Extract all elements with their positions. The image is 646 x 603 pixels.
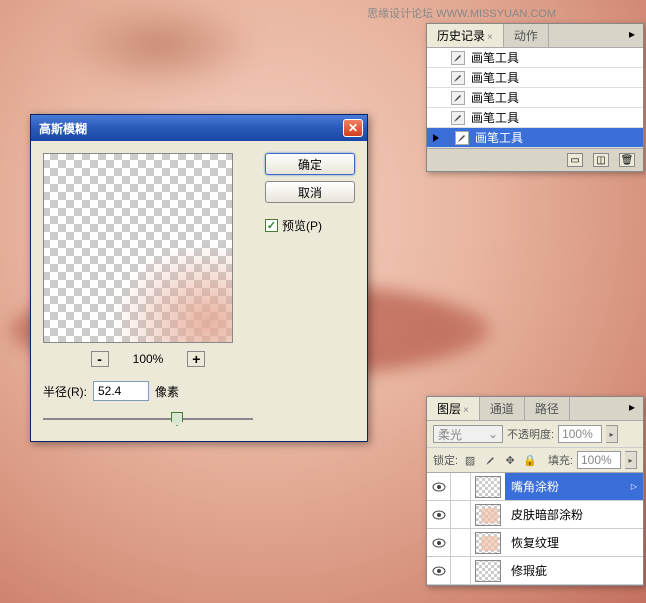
history-panel: 历史记录× 动作 ▸ 画笔工具画笔工具画笔工具画笔工具画笔工具 ▭ ◫ 🗑 <box>426 23 644 172</box>
tab-layers[interactable]: 图层× <box>427 397 480 420</box>
layer-thumbnail[interactable] <box>475 476 501 498</box>
eye-icon <box>432 538 446 548</box>
nose-shadow <box>60 0 260 90</box>
tab-history[interactable]: 历史记录× <box>427 24 504 47</box>
link-cell[interactable] <box>451 557 471 584</box>
dialog-title: 高斯模糊 <box>35 120 343 137</box>
lock-move-icon[interactable]: ✥ <box>502 452 518 468</box>
layer-row[interactable]: 修瑕疵 <box>427 557 643 585</box>
brush-icon <box>485 455 496 466</box>
visibility-toggle[interactable] <box>427 557 451 584</box>
zoom-level: 100% <box>133 352 164 366</box>
layer-row[interactable]: 嘴角涂粉▷ <box>427 473 643 501</box>
zoom-in-button[interactable]: + <box>187 351 205 367</box>
eye-icon <box>432 482 446 492</box>
history-item[interactable]: 画笔工具 <box>427 88 643 108</box>
zoom-out-button[interactable]: - <box>91 351 109 367</box>
opacity-flyout-icon[interactable]: ▸ <box>606 425 618 443</box>
lock-paint-icon[interactable] <box>482 452 498 468</box>
brush-icon <box>451 71 465 85</box>
layer-name[interactable]: 嘴角涂粉▷ <box>505 473 643 500</box>
layer-thumbnail[interactable] <box>475 532 501 554</box>
slider-thumb[interactable] <box>171 412 183 426</box>
layer-name[interactable]: 恢复纹理 <box>505 529 643 556</box>
eye-icon <box>432 510 446 520</box>
panel-menu-icon[interactable]: ▸ <box>621 24 643 47</box>
blend-mode-select[interactable]: 柔光⌄ <box>433 425 503 443</box>
delete-state-icon[interactable]: 🗑 <box>619 153 635 167</box>
cancel-button[interactable]: 取消 <box>265 181 355 203</box>
eye-icon <box>432 566 446 576</box>
visibility-toggle[interactable] <box>427 501 451 528</box>
tab-channels[interactable]: 通道 <box>480 397 525 420</box>
history-item-label: 画笔工具 <box>475 129 523 146</box>
lock-transparency-icon[interactable]: ▨ <box>462 452 478 468</box>
layer-name[interactable]: 修瑕疵 <box>505 557 643 584</box>
slider-track-line <box>43 418 253 420</box>
history-item[interactable]: 画笔工具 <box>427 128 643 148</box>
layer-row[interactable]: 皮肤暗部涂粉 <box>427 501 643 529</box>
link-cell[interactable] <box>451 529 471 556</box>
radius-label: 半径(R): <box>43 383 87 400</box>
preview-check-label: 预览(P) <box>282 217 322 234</box>
brush-icon <box>455 131 469 145</box>
radius-slider[interactable] <box>43 409 253 429</box>
link-cell[interactable] <box>451 501 471 528</box>
history-item[interactable]: 画笔工具 <box>427 108 643 128</box>
history-tabs: 历史记录× 动作 ▸ <box>427 24 643 48</box>
history-item[interactable]: 画笔工具 <box>427 68 643 88</box>
history-list: 画笔工具画笔工具画笔工具画笔工具画笔工具 <box>427 48 643 148</box>
opacity-label: 不透明度: <box>507 426 554 442</box>
layers-list: 嘴角涂粉▷皮肤暗部涂粉恢复纹理修瑕疵 <box>427 473 643 585</box>
tab-actions[interactable]: 动作 <box>504 24 549 47</box>
lock-label: 锁定: <box>433 452 458 468</box>
history-item-label: 画笔工具 <box>471 109 519 126</box>
panel-menu-icon[interactable]: ▸ <box>621 397 643 420</box>
layer-name[interactable]: 皮肤暗部涂粉 <box>505 501 643 528</box>
gaussian-blur-dialog: 高斯模糊 ✕ - 100% + 半径(R): 像素 确定 取消 <box>30 114 368 442</box>
watermark: 思缘设计论坛 WWW.MISSYUAN.COM <box>367 5 556 21</box>
preview-content <box>112 242 232 342</box>
tab-paths[interactable]: 路径 <box>525 397 570 420</box>
layer-row[interactable]: 恢复纹理 <box>427 529 643 557</box>
ok-button[interactable]: 确定 <box>265 153 355 175</box>
brush-icon <box>451 111 465 125</box>
lock-all-icon[interactable]: 🔒 <box>522 452 538 468</box>
chevron-right-icon: ▷ <box>631 482 637 491</box>
tab-close-icon[interactable]: × <box>487 32 493 43</box>
history-item-label: 画笔工具 <box>471 49 519 66</box>
layers-panel: 图层× 通道 路径 ▸ 柔光⌄ 不透明度: 100% ▸ 锁定: ▨ ✥ 🔒 填… <box>426 396 644 586</box>
chevron-down-icon: ⌄ <box>488 427 498 441</box>
fill-label: 填充: <box>548 452 573 468</box>
current-state-marker-icon <box>433 134 439 142</box>
history-item[interactable]: 画笔工具 <box>427 48 643 68</box>
new-snapshot-icon[interactable]: ◫ <box>593 153 609 167</box>
fill-flyout-icon[interactable]: ▸ <box>625 451 637 469</box>
opacity-input[interactable]: 100% <box>558 425 602 443</box>
layer-thumbnail[interactable] <box>475 560 501 582</box>
visibility-toggle[interactable] <box>427 529 451 556</box>
history-footer: ▭ ◫ 🗑 <box>427 148 643 171</box>
visibility-toggle[interactable] <box>427 473 451 500</box>
layer-thumbnail[interactable] <box>475 504 501 526</box>
link-cell[interactable] <box>451 473 471 500</box>
history-item-label: 画笔工具 <box>471 69 519 86</box>
preview-checkbox[interactable]: ✓ 预览(P) <box>265 217 355 234</box>
close-icon[interactable]: ✕ <box>343 119 363 137</box>
history-item-label: 画笔工具 <box>471 89 519 106</box>
new-doc-from-state-icon[interactable]: ▭ <box>567 153 583 167</box>
brush-icon <box>451 91 465 105</box>
layers-tabs: 图层× 通道 路径 ▸ <box>427 397 643 421</box>
dialog-titlebar[interactable]: 高斯模糊 ✕ <box>31 115 367 141</box>
preview-canvas[interactable] <box>43 153 233 343</box>
check-icon: ✓ <box>265 219 278 232</box>
radius-input[interactable] <box>93 381 149 401</box>
fill-input[interactable]: 100% <box>577 451 621 469</box>
radius-unit: 像素 <box>155 383 179 400</box>
tab-close-icon[interactable]: × <box>463 405 469 416</box>
brush-icon <box>451 51 465 65</box>
